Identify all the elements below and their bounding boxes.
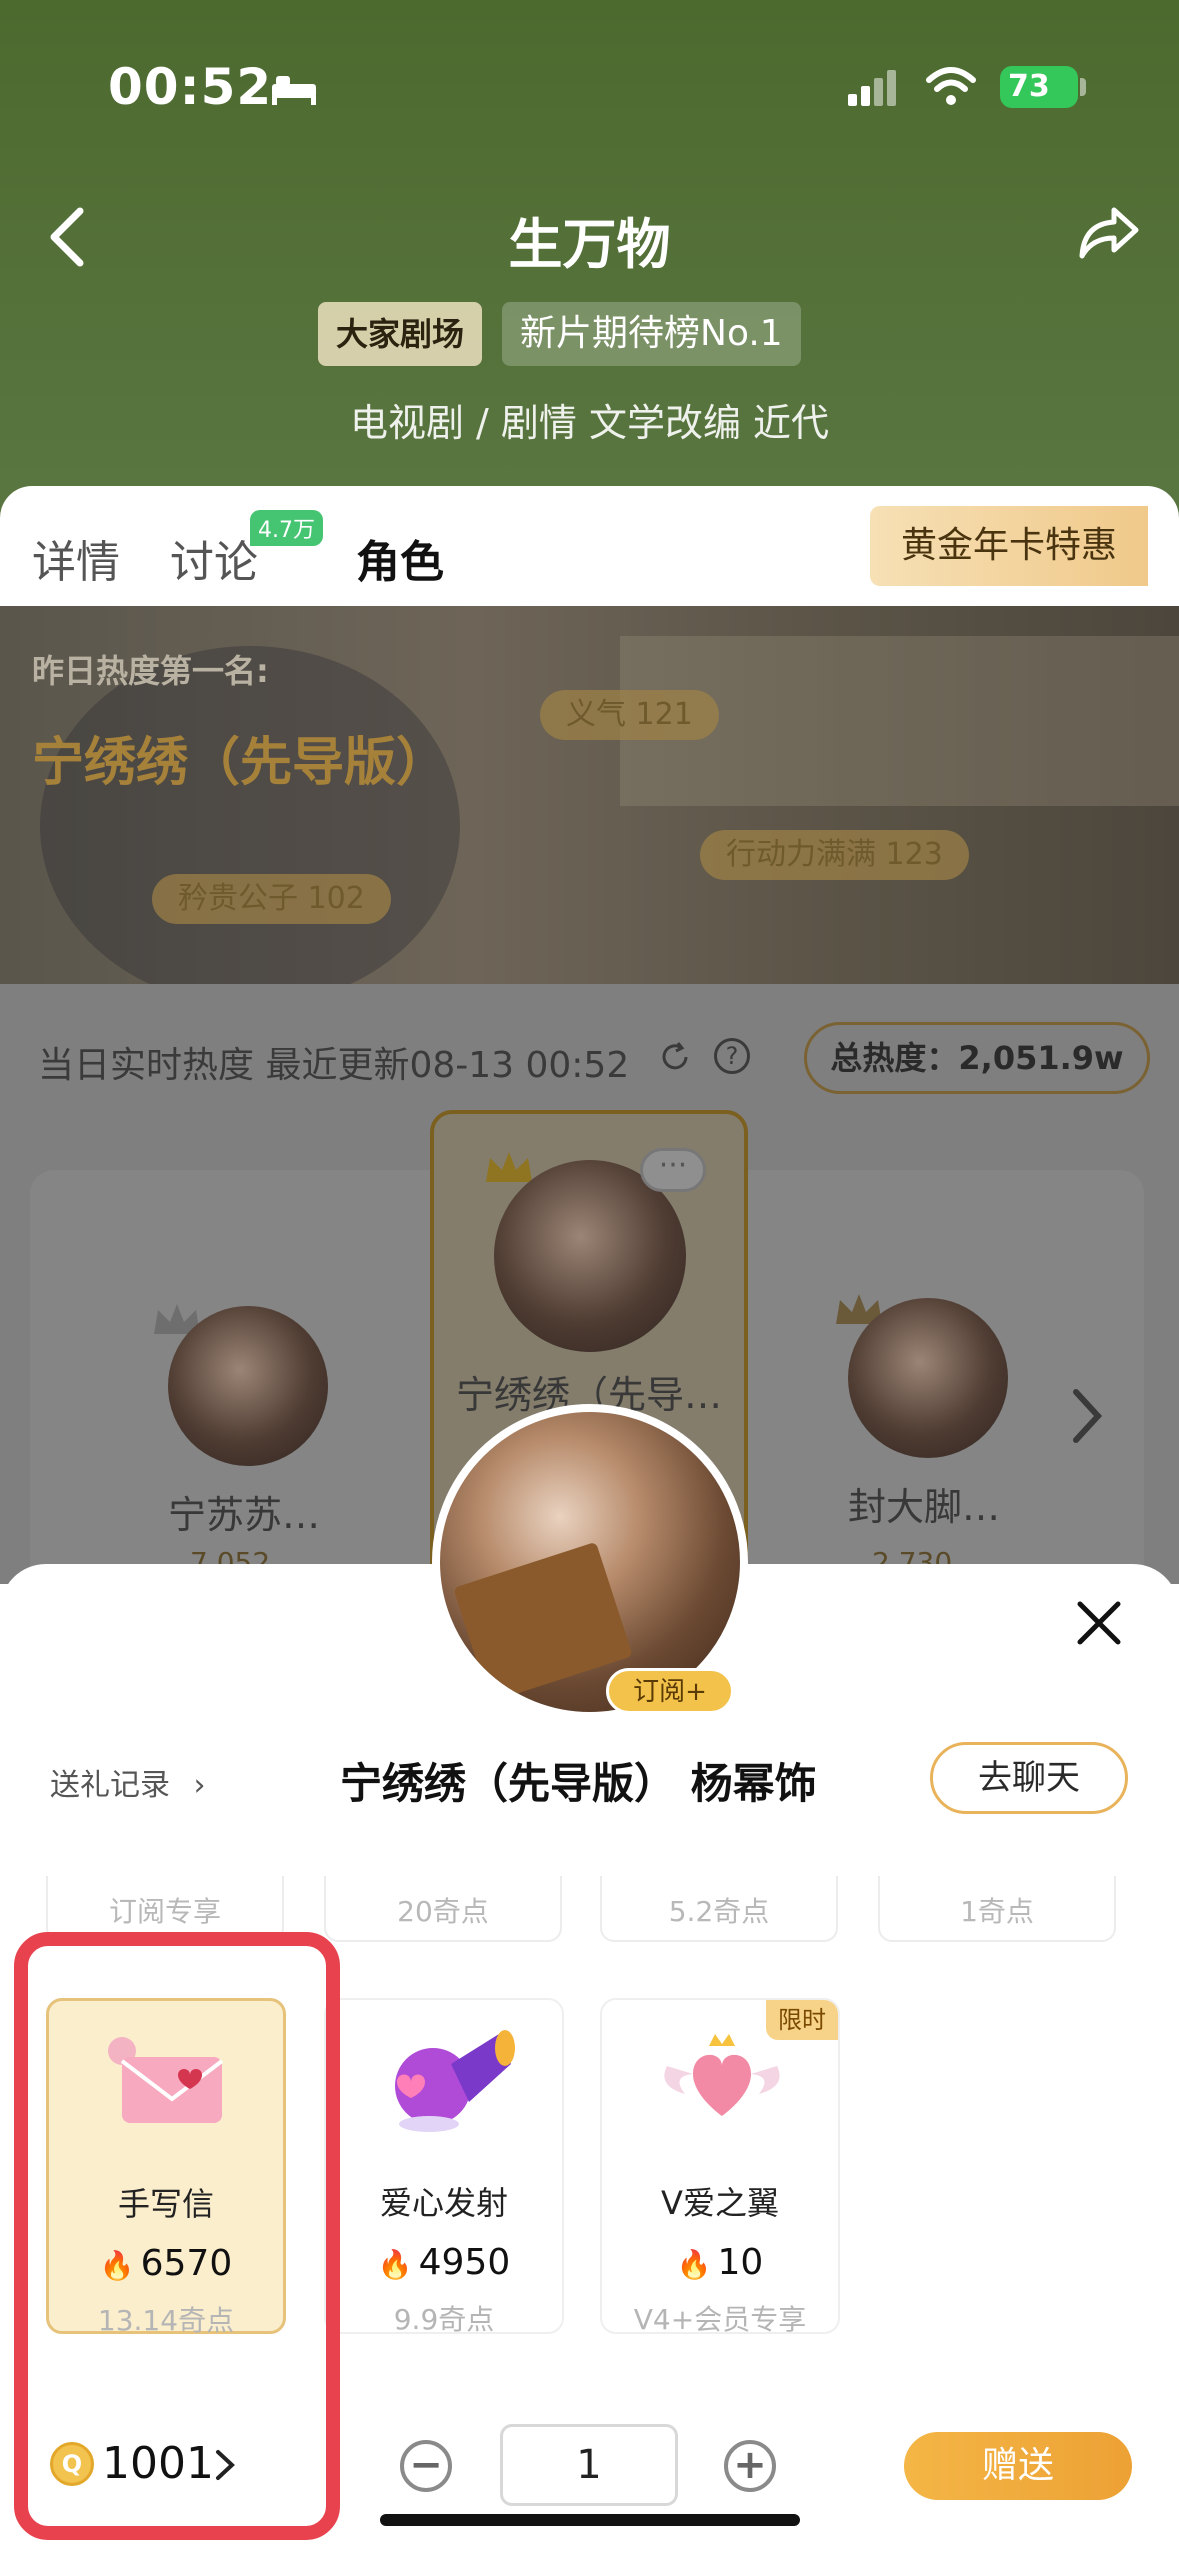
character-avatar[interactable] <box>168 1306 328 1466</box>
chevron-right-icon: › <box>193 1768 206 1803</box>
gift-heat: 🔥 10 <box>602 2242 838 2283</box>
gift-heat-value: 4950 <box>418 2242 511 2283</box>
help-icon[interactable]: ? <box>714 1038 750 1074</box>
refresh-icon[interactable] <box>658 1040 692 1074</box>
chevron-right-icon[interactable] <box>1066 1386 1106 1446</box>
banner-tag: 义气 121 <box>540 690 719 740</box>
gold-annual-card-promo[interactable]: 黄金年卡特惠 <box>870 506 1148 586</box>
character-title: 宁绣绣（先导版） 杨幂饰 <box>340 1759 817 1808</box>
total-heat-badge: 总热度：2,051.9w <box>804 1022 1150 1094</box>
gift-card-love-launcher[interactable]: 爱心发射 🔥 4950 9.9奇点 <box>324 1998 564 2336</box>
theater-badge[interactable]: 大家剧场 <box>318 302 483 366</box>
flame-icon: 🔥 <box>676 2248 712 2281</box>
quantity-decrease-button[interactable]: − <box>400 2440 452 2492</box>
quantity-input[interactable]: 1 <box>500 2424 678 2506</box>
gift-price: V4+会员专享 <box>633 2303 807 2336</box>
sleep-focus-icon <box>272 76 316 105</box>
send-gift-button[interactable]: 赠送 <box>904 2432 1132 2500</box>
gift-name: 爱心发射 <box>379 2184 508 2222</box>
realtime-heat-label: 当日实时热度 最近更新08-13 00:52 <box>38 1045 630 1086</box>
chat-button[interactable]: 去聊天 <box>930 1742 1128 1814</box>
tab-discussion[interactable]: 讨论 <box>170 526 258 590</box>
subscribe-badge[interactable]: 订阅+ <box>606 1668 734 1714</box>
coin-icon: Q <box>50 2442 94 2486</box>
banner-character-name: 宁绣绣（先导版） <box>32 733 449 793</box>
tab-details[interactable]: 详情 <box>32 526 120 590</box>
tab-characters[interactable]: 角色 <box>356 526 444 590</box>
gift-heat-value: 10 <box>717 2242 764 2283</box>
gift-card-partial[interactable]: 5.2奇点 <box>600 1876 838 1942</box>
share-icon[interactable] <box>1076 200 1142 266</box>
gift-price: 9.9奇点 <box>393 2303 495 2336</box>
gift-heat: 🔥 4950 <box>326 2242 562 2283</box>
tab-bar: 详情 讨论 4.7万 角色 黄金年卡特惠 <box>0 486 1179 606</box>
wifi-icon <box>926 67 976 105</box>
quantity-increase-button[interactable]: + <box>724 2440 776 2492</box>
banner-tag: 行动力满满 123 <box>700 830 969 880</box>
header-badges: 大家剧场 新片期待榜No.1 <box>318 302 801 366</box>
page-title: 生万物 <box>508 213 671 276</box>
cellular-signal-icon <box>848 70 896 106</box>
gift-card-partial[interactable]: 20奇点 <box>324 1876 562 1942</box>
heart-cannon-icon <box>395 2030 515 2132</box>
character-name: 封大脚… <box>848 1485 1001 1529</box>
discussion-count-badge: 4.7万 <box>250 510 323 546</box>
chat-bubble-icon[interactable]: ··· <box>640 1148 706 1192</box>
winged-heart-icon <box>664 2034 780 2116</box>
flame-icon: 🔥 <box>377 2248 413 2281</box>
banner-subtitle: 昨日热度第一名: <box>32 652 269 690</box>
gift-card-v-love-wings[interactable]: 限时 V爱之翼 🔥 10 V4+会员专享 <box>600 1998 840 2336</box>
genre-line: 电视剧 / 剧情 文学改编 近代 <box>349 401 830 445</box>
close-icon[interactable] <box>1072 1596 1126 1650</box>
ranking-badge[interactable]: 新片期待榜No.1 <box>502 302 801 366</box>
character-name: 宁苏苏… <box>168 1493 321 1537</box>
top-character-banner: 昨日热度第一名: 宁绣绣（先导版） 义气 121 行动力满满 123 矜贵公子 … <box>0 606 1179 984</box>
banner-photo-figure <box>40 646 460 984</box>
status-time: 00:52 <box>108 58 273 116</box>
chevron-right-icon[interactable] <box>214 2448 236 2482</box>
home-indicator <box>380 2514 800 2526</box>
banner-tag: 矜贵公子 102 <box>152 874 391 924</box>
battery-indicator: 73 <box>1000 66 1078 108</box>
character-avatar[interactable] <box>848 1298 1008 1458</box>
battery-tip <box>1080 78 1086 96</box>
coin-balance[interactable]: 1001 <box>102 2438 214 2489</box>
gift-record-link[interactable]: 送礼记录 › <box>50 1760 206 1804</box>
gift-name: V爱之翼 <box>661 2184 779 2222</box>
gift-record-label: 送礼记录 <box>50 1768 170 1803</box>
gift-card-partial[interactable]: 1奇点 <box>878 1876 1116 1942</box>
